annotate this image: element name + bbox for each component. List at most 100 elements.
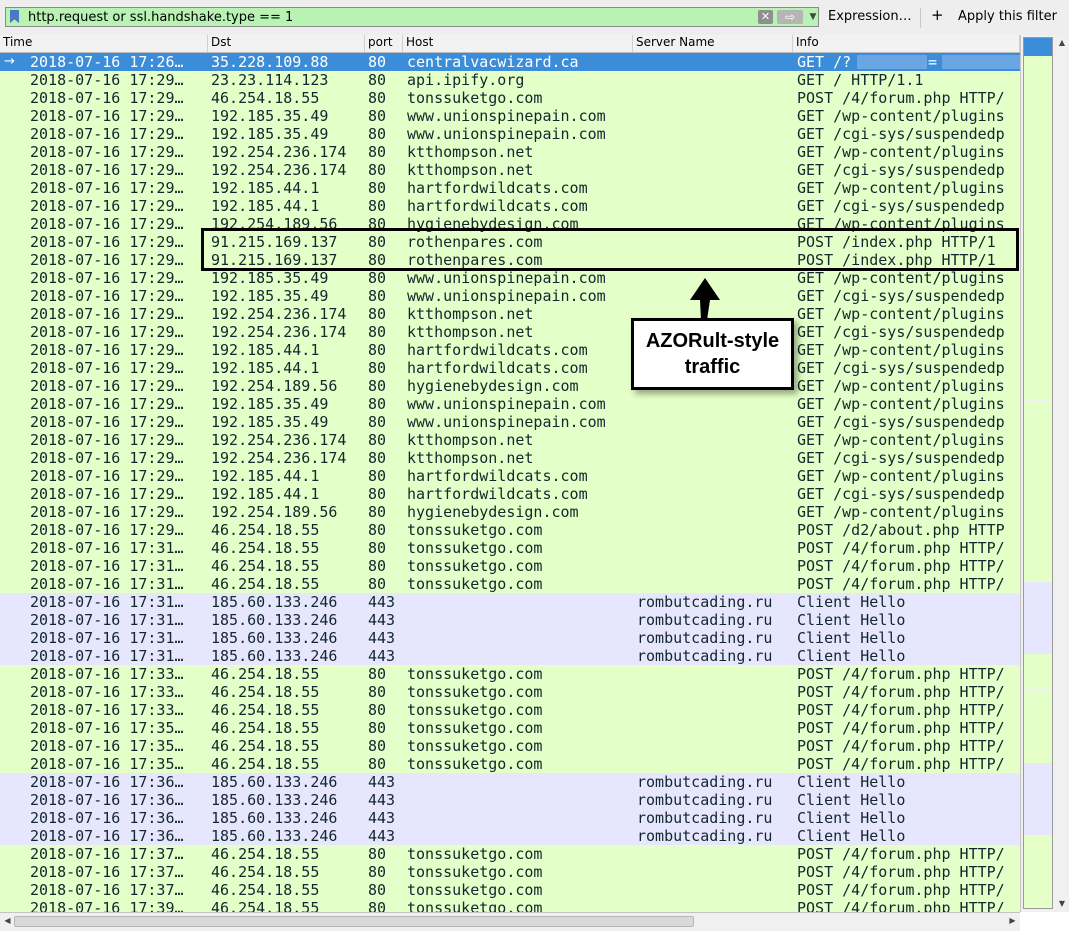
packet-row[interactable]: 2018-07-16 17:29… 46.254.18.55 80 tonssuket… xyxy=(0,89,1020,107)
packet-row[interactable]: 2018-07-16 17:31… 46.254.18.55 80 tonssuket… xyxy=(0,557,1020,575)
packet-row[interactable]: 2018-07-16 17:29… 192.185.35.49 80 www.unio… xyxy=(0,107,1020,125)
cell-host: api.ipify.org xyxy=(407,71,525,89)
cell-host: hygienebydesign.com xyxy=(407,503,579,521)
bookmark-icon[interactable] xyxy=(10,10,19,23)
packet-row[interactable]: 2018-07-16 17:29… 192.185.44.1 80 hartfordw… xyxy=(0,179,1020,197)
packet-row[interactable]: 2018-07-16 17:29… 192.185.35.49 80 www.unio… xyxy=(0,125,1020,143)
packet-row[interactable]: 2018-07-16 17:29… 192.254.236.174 80 ktthom… xyxy=(0,305,1020,323)
arrow-right-icon[interactable]: ⇨ xyxy=(777,10,803,24)
cell-server xyxy=(637,701,795,719)
minimap-line xyxy=(1024,201,1052,220)
packet-row[interactable]: 2018-07-16 17:36… 185.60.133.246 443 rombut… xyxy=(0,809,1020,827)
packet-row[interactable]: 2018-07-16 17:29… 192.185.35.49 80 www.unio… xyxy=(0,413,1020,431)
packet-row[interactable]: 2018-07-16 17:29… 192.254.236.174 80 ktthom… xyxy=(0,449,1020,467)
packet-row[interactable]: 2018-07-16 17:33… 46.254.18.55 80 tonssuket… xyxy=(0,665,1020,683)
minimap-line xyxy=(1024,219,1052,238)
cell-server: rombutcading.ru xyxy=(637,809,773,827)
packet-row[interactable]: 2018-07-16 17:37… 46.254.18.55 80 tonssuket… xyxy=(0,863,1020,881)
packet-row[interactable]: 2018-07-16 17:29… 192.185.35.49 80 www.unio… xyxy=(0,395,1020,413)
packet-row[interactable]: 2018-07-16 17:29… 192.254.236.174 80 ktthom… xyxy=(0,323,1020,341)
expression-button[interactable]: Expression… xyxy=(828,9,912,24)
packet-row[interactable]: 2018-07-16 17:35… 46.254.18.55 80 tonssuket… xyxy=(0,755,1020,773)
vertical-scrollbar[interactable]: ▲ ▼ xyxy=(1020,35,1069,912)
cell-time: 2018-07-16 17:29… xyxy=(30,269,184,287)
column-header-dst[interactable]: Dst xyxy=(208,35,365,52)
cell-dst: 46.254.18.55 xyxy=(211,863,320,881)
packet-minimap[interactable] xyxy=(1023,37,1053,909)
packet-row[interactable]: 2018-07-16 17:29… 192.185.44.1 80 hartfordw… xyxy=(0,467,1020,485)
packet-row[interactable]: 2018-07-16 17:31… 185.60.133.246 443 rombut… xyxy=(0,647,1020,665)
clear-icon[interactable]: ✕ xyxy=(758,10,773,24)
cell-time: 2018-07-16 17:29… xyxy=(30,197,184,215)
scroll-up-icon[interactable]: ▲ xyxy=(1056,37,1068,49)
horizontal-scrollbar[interactable]: ◀ ▶ xyxy=(0,912,1020,931)
packet-row[interactable]: 2018-07-16 17:36… 185.60.133.246 443 rombut… xyxy=(0,773,1020,791)
packet-row[interactable]: 2018-07-16 17:31… 46.254.18.55 80 tonssuket… xyxy=(0,539,1020,557)
cell-info: POST /4/forum.php HTTP/ xyxy=(797,737,1005,755)
cell-port: 80 xyxy=(368,737,387,755)
packet-row[interactable]: 2018-07-16 17:31… 185.60.133.246 443 rombut… xyxy=(0,629,1020,647)
packet-row[interactable]: 2018-07-16 17:29… 192.185.44.1 80 hartfordw… xyxy=(0,197,1020,215)
packet-row[interactable]: 2018-07-16 17:29… 192.254.236.174 80 ktthom… xyxy=(0,161,1020,179)
packet-row[interactable]: 2018-07-16 17:31… 46.254.18.55 80 tonssuket… xyxy=(0,575,1020,593)
cell-host: ktthompson.net xyxy=(407,305,534,323)
apply-filter-button[interactable]: Apply this filter xyxy=(958,9,1057,24)
cell-server xyxy=(637,521,795,539)
cell-info: GET /cgi-sys/suspendedp xyxy=(797,449,1005,467)
column-header-port[interactable]: port xyxy=(365,35,403,52)
packet-row[interactable]: 2018-07-16 17:29… 192.254.189.56 80 hygiene… xyxy=(0,215,1020,233)
packet-row[interactable]: 2018-07-16 17:36… 185.60.133.246 443 rombut… xyxy=(0,791,1020,809)
minimap-line xyxy=(1024,182,1052,202)
cell-host: tonssuketgo.com xyxy=(407,89,543,107)
cell-port: 80 xyxy=(368,341,387,359)
cell-info: Client Hello xyxy=(797,773,906,791)
cell-time: 2018-07-16 17:29… xyxy=(30,467,184,485)
packet-row[interactable]: 2018-07-16 17:29… 192.185.35.49 80 www.unio… xyxy=(0,269,1020,287)
packet-row[interactable]: 2018-07-16 17:29… 192.185.44.1 80 hartfordw… xyxy=(0,341,1020,359)
cell-host: www.unionspinepain.com xyxy=(407,107,606,125)
packet-row[interactable]: 2018-07-16 17:31… 185.60.133.246 443 rombut… xyxy=(0,593,1020,611)
filter-text[interactable]: http.request or ssl.handshake.type == 1 xyxy=(28,10,293,25)
column-header-time[interactable]: Time xyxy=(0,35,208,52)
cell-dst: 46.254.18.55 xyxy=(211,539,320,557)
cell-port: 80 xyxy=(368,719,387,737)
packet-row[interactable]: 2018-07-16 17:29… 192.185.35.49 80 www.unio… xyxy=(0,287,1020,305)
packet-row[interactable]: 2018-07-16 17:29… 46.254.18.55 80 tonssuket… xyxy=(0,521,1020,539)
packet-row[interactable]: 2018-07-16 17:29… 192.254.189.56 80 hygiene… xyxy=(0,503,1020,521)
packet-row[interactable]: 2018-07-16 17:29… 91.215.169.137 80 rothenp… xyxy=(0,233,1020,251)
minimap-line xyxy=(1024,672,1052,691)
packet-row[interactable]: 2018-07-16 17:29… 192.254.189.56 80 hygiene… xyxy=(0,377,1020,395)
packet-row[interactable]: 2018-07-16 17:39… 46.254.18.55 80 tonssuket… xyxy=(0,899,1020,912)
add-filter-button[interactable]: + xyxy=(931,6,944,24)
column-header-host[interactable]: Host xyxy=(403,35,633,52)
scroll-left-icon[interactable]: ◀ xyxy=(2,915,13,927)
column-header-server-name[interactable]: Server Name xyxy=(633,35,793,52)
horizontal-scroll-thumb[interactable] xyxy=(14,916,694,927)
packet-row[interactable]: 2018-07-16 17:35… 46.254.18.55 80 tonssuket… xyxy=(0,737,1020,755)
packet-row[interactable]: 2018-07-16 17:29… 91.215.169.137 80 rothenp… xyxy=(0,251,1020,269)
packet-row[interactable]: 2018-07-16 17:37… 46.254.18.55 80 tonssuket… xyxy=(0,845,1020,863)
packet-row[interactable]: 2018-07-16 17:31… 185.60.133.246 443 rombut… xyxy=(0,611,1020,629)
cell-time: 2018-07-16 17:29… xyxy=(30,503,184,521)
scroll-down-icon[interactable]: ▼ xyxy=(1056,898,1068,910)
packet-list: Time Dst port Host Server Name Info → 201… xyxy=(0,35,1020,912)
cell-host: hartfordwildcats.com xyxy=(407,341,588,359)
packet-row[interactable]: 2018-07-16 17:29… 192.185.44.1 80 hartfordw… xyxy=(0,359,1020,377)
display-filter-input[interactable]: http.request or ssl.handshake.type == 1 … xyxy=(5,7,819,27)
packet-row[interactable]: 2018-07-16 17:37… 46.254.18.55 80 tonssuket… xyxy=(0,881,1020,899)
packet-row[interactable]: 2018-07-16 17:36… 185.60.133.246 443 rombut… xyxy=(0,827,1020,845)
chevron-down-icon[interactable]: ▼ xyxy=(807,9,819,25)
column-header-info[interactable]: Info xyxy=(793,35,1020,52)
scroll-right-icon[interactable]: ▶ xyxy=(1007,915,1018,927)
packet-row[interactable]: 2018-07-16 17:29… 23.23.114.123 80 api.ipif… xyxy=(0,71,1020,89)
packet-row[interactable]: 2018-07-16 17:29… 192.185.44.1 80 hartfordw… xyxy=(0,485,1020,503)
minimap-line xyxy=(1024,853,1052,872)
cell-port: 80 xyxy=(368,107,387,125)
packet-row[interactable]: 2018-07-16 17:29… 192.254.236.174 80 ktthom… xyxy=(0,431,1020,449)
packet-row[interactable]: 2018-07-16 17:33… 46.254.18.55 80 tonssuket… xyxy=(0,701,1020,719)
packet-row[interactable]: 2018-07-16 17:29… 192.254.236.174 80 ktthom… xyxy=(0,143,1020,161)
packet-row[interactable]: 2018-07-16 17:33… 46.254.18.55 80 tonssuket… xyxy=(0,683,1020,701)
cell-time: 2018-07-16 17:29… xyxy=(30,449,184,467)
packet-row[interactable]: 2018-07-16 17:35… 46.254.18.55 80 tonssuket… xyxy=(0,719,1020,737)
packet-row-selected[interactable]: → 2018-07-16 17:26… 35.228.109.88 80 central… xyxy=(0,53,1020,71)
